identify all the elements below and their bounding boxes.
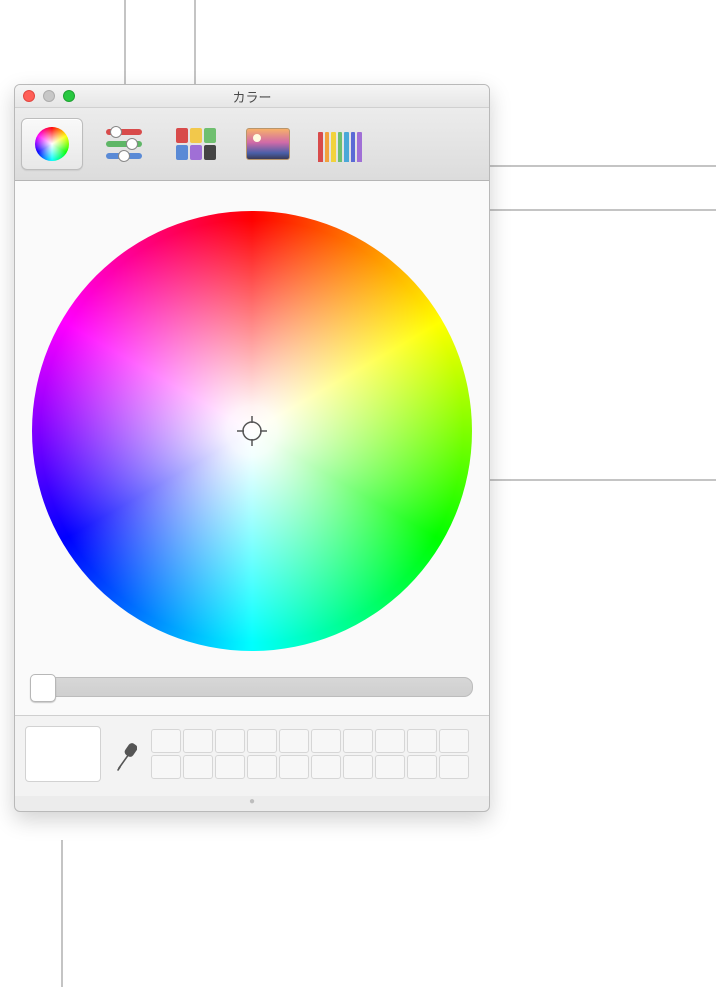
swatch-cell[interactable] [247, 729, 277, 753]
eyedropper-button[interactable] [115, 734, 137, 774]
swatch-cell[interactable] [183, 755, 213, 779]
swatch-cell[interactable] [439, 755, 469, 779]
resize-handle[interactable]: ● [15, 796, 489, 811]
image-icon [246, 128, 290, 160]
swatch-cell[interactable] [151, 729, 181, 753]
swatch-cell[interactable] [311, 729, 341, 753]
brightness-slider-row [31, 677, 473, 697]
swatch-cell[interactable] [247, 755, 277, 779]
window-title: カラー [15, 87, 489, 106]
tab-color-sliders[interactable] [93, 118, 155, 170]
swatch-cell[interactable] [279, 729, 309, 753]
swatch-cell[interactable] [311, 755, 341, 779]
tab-pencils[interactable] [309, 118, 371, 170]
swatch-cell[interactable] [375, 729, 405, 753]
picker-mode-toolbar [15, 108, 489, 181]
swatch-grid [151, 729, 469, 779]
tab-color-palettes[interactable] [165, 118, 227, 170]
palette-icon [176, 128, 216, 160]
content-area [15, 181, 489, 715]
close-button[interactable] [23, 90, 35, 102]
swatch-cell[interactable] [439, 729, 469, 753]
swatch-cell[interactable] [407, 755, 437, 779]
swatch-cell[interactable] [343, 755, 373, 779]
color-wheel-icon [35, 127, 69, 161]
eyedropper-icon [115, 734, 137, 774]
minimize-button[interactable] [43, 90, 55, 102]
brightness-slider[interactable] [31, 677, 473, 697]
color-wheel[interactable] [32, 211, 472, 651]
swatch-cell[interactable] [215, 755, 245, 779]
brightness-slider-knob[interactable] [30, 674, 56, 702]
swatch-cell[interactable] [151, 755, 181, 779]
swatch-cell[interactable] [375, 755, 405, 779]
swatch-cell[interactable] [215, 729, 245, 753]
tab-image-palettes[interactable] [237, 118, 299, 170]
swatch-cell[interactable] [407, 729, 437, 753]
tab-color-wheel[interactable] [21, 118, 83, 170]
color-picker-window: カラー [14, 84, 490, 812]
bottom-panel [15, 715, 489, 796]
pencils-icon [318, 126, 362, 162]
color-wheel-reticle [237, 416, 267, 446]
swatch-cell[interactable] [183, 729, 213, 753]
sliders-icon [104, 127, 144, 161]
current-color-swatch[interactable] [25, 726, 101, 782]
titlebar: カラー [15, 85, 489, 108]
zoom-button[interactable] [63, 90, 75, 102]
swatch-cell[interactable] [343, 729, 373, 753]
swatch-cell[interactable] [279, 755, 309, 779]
